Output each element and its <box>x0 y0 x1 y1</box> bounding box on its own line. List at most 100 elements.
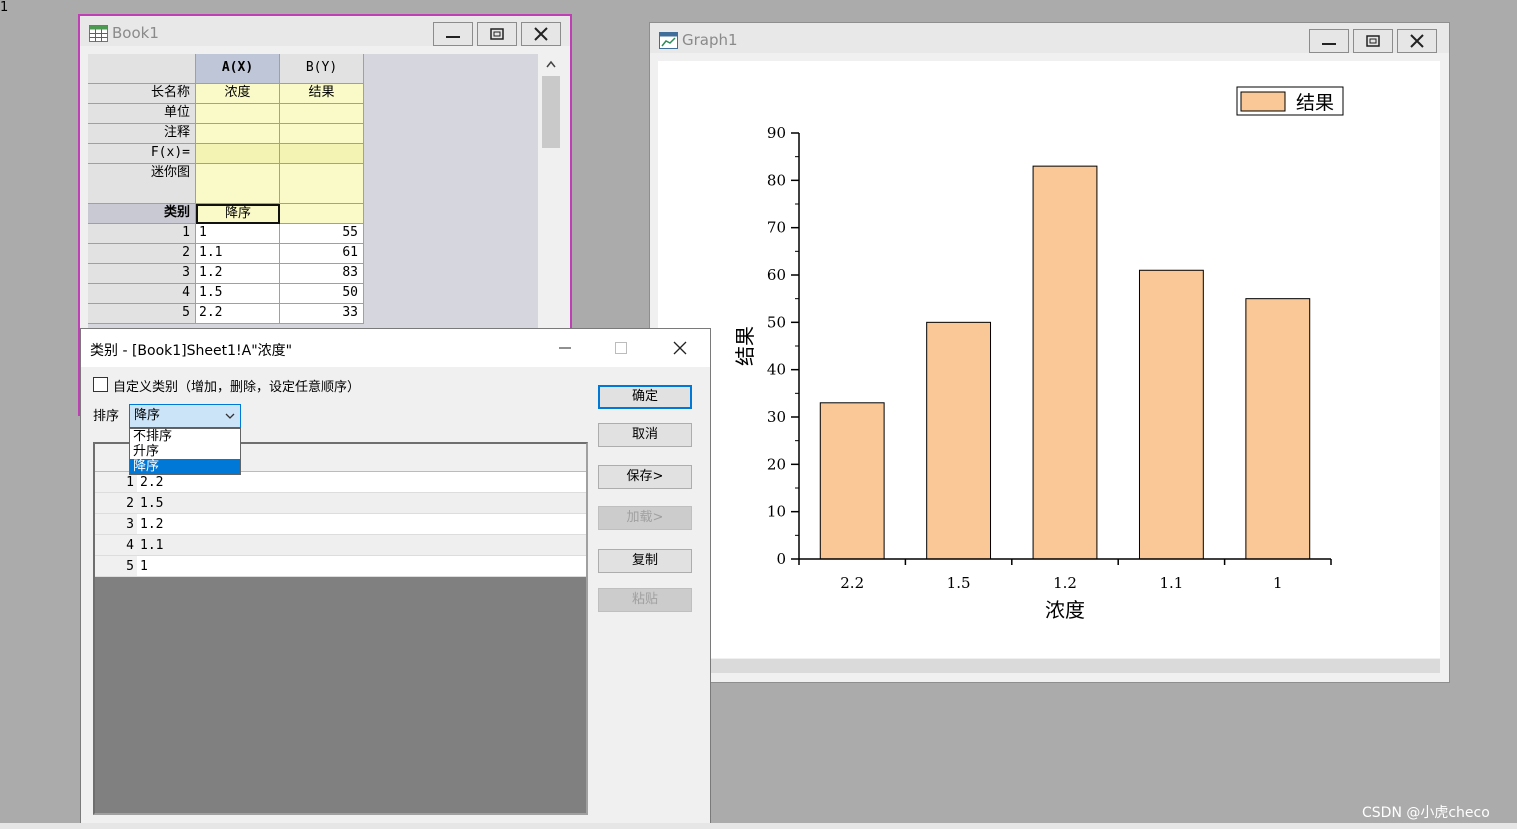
scroll-thumb[interactable] <box>542 76 560 148</box>
y-tick-label: 70 <box>767 219 786 237</box>
data-cell-a[interactable]: 1.1 <box>196 244 280 264</box>
bar <box>926 321 992 560</box>
row-label-comment[interactable]: 注释 <box>88 124 196 144</box>
list-item[interactable]: 5 1 <box>95 556 586 577</box>
row-number[interactable]: 1 <box>88 224 196 244</box>
category-a[interactable]: 降序 <box>196 204 280 224</box>
list-item[interactable]: 3 1.2 <box>95 514 586 535</box>
unit-a[interactable] <box>196 104 280 124</box>
dialog-titlebar[interactable]: 类别 - [Book1]Sheet1!A"浓度" <box>81 329 710 367</box>
cancel-button[interactable]: 取消 <box>598 423 692 447</box>
data-cell-a[interactable]: 2.2 <box>196 304 280 324</box>
graph-icon <box>659 32 678 49</box>
legend-swatch <box>1240 91 1286 112</box>
list-item[interactable]: 2 1.5 <box>95 493 586 514</box>
data-cell-b[interactable]: 83 <box>280 264 364 284</box>
sort-option-descending[interactable]: 降序 <box>130 459 240 474</box>
bar <box>1032 165 1098 560</box>
ok-button[interactable]: 确定 <box>598 385 692 409</box>
minimize-button[interactable] <box>433 22 473 46</box>
row-label-sparkline[interactable]: 迷你图 <box>88 164 196 204</box>
graph-page[interactable]: 0 10 20 30 40 50 60 70 80 90 2.2 1.5 1.2 1.1 1 浓度 结果 结果 <box>658 61 1440 658</box>
minimize-icon[interactable] <box>555 338 575 358</box>
formula-a[interactable] <box>196 144 280 164</box>
sort-select[interactable]: 降序 <box>129 404 241 428</box>
copy-button[interactable]: 复制 <box>598 549 692 573</box>
close-icon <box>1410 34 1424 48</box>
book1-titlebar[interactable]: Book1 <box>80 16 570 46</box>
row-number[interactable]: 5 <box>88 304 196 324</box>
bar-chart[interactable]: 01020304050607080902.2 1.5 1.2 1.1 1浓度结果结果 <box>658 61 1440 658</box>
list-item-value[interactable]: 1.1 <box>137 535 586 556</box>
maximize-button[interactable] <box>477 22 517 46</box>
data-cell-a[interactable]: 1.2 <box>196 264 280 284</box>
x-tick-label: 1 <box>1273 574 1283 592</box>
unit-b[interactable] <box>280 104 364 124</box>
sort-option-none[interactable]: 不排序 <box>130 429 240 444</box>
taskbar-strip <box>0 823 1517 829</box>
bar <box>1138 269 1204 560</box>
row-number[interactable]: 3 <box>88 264 196 284</box>
y-tick-label: 80 <box>767 171 786 189</box>
close-icon[interactable] <box>670 338 690 358</box>
y-tick-label: 0 <box>776 550 786 568</box>
save-button[interactable]: 保存> <box>598 465 692 489</box>
data-cell-b[interactable]: 55 <box>280 224 364 244</box>
column-header-a[interactable]: A(X) <box>196 54 280 84</box>
row-number[interactable]: 4 <box>88 284 196 304</box>
category-b[interactable] <box>280 204 364 224</box>
close-button[interactable] <box>1397 29 1437 53</box>
row-label-formula[interactable]: F(x)= <box>88 144 196 164</box>
data-cell-b[interactable]: 33 <box>280 304 364 324</box>
list-item-value[interactable]: 1.2 <box>137 514 586 535</box>
y-tick-label: 40 <box>767 361 786 379</box>
category-dialog[interactable]: 类别 - [Book1]Sheet1!A"浓度" 自定义类别（增加，删除，设定任… <box>80 328 711 829</box>
sparkline-a[interactable] <box>196 164 280 204</box>
list-item-value[interactable]: 2.2 <box>137 472 586 493</box>
minimize-icon <box>446 36 460 38</box>
x-tick-label: 1.5 <box>947 574 971 592</box>
list-item-value[interactable]: 1.5 <box>137 493 586 514</box>
maximize-button[interactable] <box>1353 29 1393 53</box>
custom-category-checkbox[interactable] <box>93 377 108 392</box>
row-label-category[interactable]: 类别 <box>88 204 196 224</box>
y-tick-label: 30 <box>767 408 786 426</box>
scroll-up-icon[interactable] <box>546 60 556 68</box>
x-axis-title: 浓度 <box>1045 598 1085 622</box>
category-list-grid[interactable]: 1 2.2 2 1.5 3 1.2 4 1.1 5 1 <box>93 442 588 815</box>
y-tick-label: 10 <box>767 503 786 521</box>
corner-cell[interactable] <box>88 54 196 84</box>
list-item-value[interactable]: 1 <box>137 556 586 577</box>
column-header-b[interactable]: B(Y) <box>280 54 364 84</box>
bar <box>819 402 885 560</box>
sort-dropdown-list[interactable]: 不排序 升序 降序 <box>129 428 241 475</box>
sparkline-b[interactable] <box>280 164 364 204</box>
list-item[interactable]: 1 2.2 <box>95 472 586 493</box>
data-cell-b[interactable]: 50 <box>280 284 364 304</box>
comment-a[interactable] <box>196 124 280 144</box>
comment-b[interactable] <box>280 124 364 144</box>
row-label-long-name[interactable]: 长名称 <box>88 84 196 104</box>
layer-tab[interactable]: 1 <box>0 0 1517 15</box>
minimize-button[interactable] <box>1309 29 1349 53</box>
close-button[interactable] <box>521 22 561 46</box>
book1-title: Book1 <box>112 24 159 42</box>
row-number[interactable]: 2 <box>88 244 196 264</box>
horizontal-scrollbar[interactable] <box>658 659 1440 673</box>
list-row-number: 4 <box>95 535 137 556</box>
sort-option-ascending[interactable]: 升序 <box>130 444 240 459</box>
long-name-b[interactable]: 结果 <box>280 84 364 104</box>
graph1-window[interactable]: Graph1 0 10 20 30 40 50 60 70 80 90 2.2 1.5 1.2 1.1 1 浓… <box>649 22 1450 683</box>
row-label-unit[interactable]: 单位 <box>88 104 196 124</box>
x-tick-label: 1.1 <box>1159 574 1183 592</box>
data-cell-b[interactable]: 61 <box>280 244 364 264</box>
list-item[interactable]: 4 1.1 <box>95 535 586 556</box>
list-row-number: 3 <box>95 514 137 535</box>
formula-b[interactable] <box>280 144 364 164</box>
bar <box>1245 298 1311 560</box>
data-cell-a[interactable]: 1.5 <box>196 284 280 304</box>
y-tick-label: 60 <box>767 266 786 284</box>
long-name-a[interactable]: 浓度 <box>196 84 280 104</box>
graph1-titlebar[interactable]: Graph1 <box>650 23 1449 53</box>
data-cell-a[interactable]: 1 <box>196 224 280 244</box>
